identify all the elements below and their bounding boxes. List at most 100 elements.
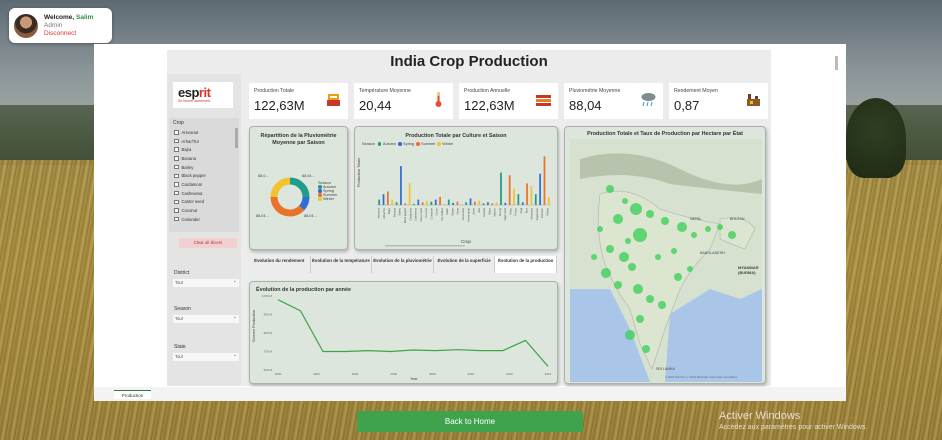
map-state-bubble[interactable] xyxy=(614,281,622,289)
donut-chart-pluviometrie[interactable]: Répartition de la Pluviométrie Moyenne p… xyxy=(249,126,348,250)
tab-evolution-2[interactable]: Évolution de la pluviométrie xyxy=(372,256,434,273)
tab-evolution-0[interactable]: Évolution du rendement xyxy=(249,256,311,273)
map-state-bubble[interactable] xyxy=(625,238,631,244)
bar[interactable] xyxy=(447,199,450,205)
map-state-bubble[interactable] xyxy=(606,245,614,253)
checkbox[interactable] xyxy=(174,173,179,179)
donut-slice-spring[interactable] xyxy=(298,196,310,211)
bar[interactable] xyxy=(434,199,437,205)
bar[interactable] xyxy=(378,199,381,205)
map-state-bubble[interactable] xyxy=(597,226,603,232)
checkbox[interactable] xyxy=(174,216,179,222)
tab-evolution-4[interactable]: Évolution de la production xyxy=(495,256,557,273)
bar[interactable] xyxy=(521,202,524,205)
crop-slicer-item[interactable]: Cashewnut xyxy=(174,189,230,198)
map-state-bubble[interactable] xyxy=(622,198,628,204)
crop-slicer-item[interactable]: Cardamom xyxy=(174,180,230,189)
bar[interactable] xyxy=(456,201,459,205)
bar[interactable] xyxy=(504,202,507,205)
checkbox[interactable] xyxy=(174,138,179,144)
map-state-bubble[interactable] xyxy=(705,226,711,232)
bar[interactable] xyxy=(460,203,463,205)
season-slicer-dropdown[interactable]: Tout xyxy=(173,313,239,323)
district-slicer-dropdown[interactable]: Tout xyxy=(173,277,239,287)
bar[interactable] xyxy=(430,201,433,205)
checkbox[interactable] xyxy=(174,208,179,213)
map-state-bubble[interactable] xyxy=(636,315,644,323)
bar[interactable] xyxy=(534,194,537,205)
checkbox[interactable] xyxy=(174,156,179,161)
map-state-bubble[interactable] xyxy=(655,254,661,260)
bar[interactable] xyxy=(443,203,446,205)
crop-slicer-scrollbar[interactable] xyxy=(235,128,238,148)
map-state-bubble[interactable] xyxy=(591,254,597,260)
tab-evolution-3[interactable]: Évolution de la superficie xyxy=(433,256,496,273)
map-state-bubble[interactable] xyxy=(633,284,643,294)
checkbox[interactable] xyxy=(174,190,179,196)
checkbox[interactable] xyxy=(174,182,179,187)
map-state-bubble[interactable] xyxy=(717,224,723,230)
checkbox[interactable] xyxy=(174,164,179,170)
crop-slicer-item[interactable]: Arhar/Tur xyxy=(174,137,230,146)
crop-slicer-item[interactable]: Barley xyxy=(174,163,230,172)
bar[interactable] xyxy=(517,194,520,205)
bar[interactable] xyxy=(382,194,385,205)
crop-slicer-item[interactable]: Arecanut xyxy=(174,128,230,137)
map-state-bubble[interactable] xyxy=(646,295,654,303)
bar[interactable] xyxy=(439,196,441,205)
crop-slicer-item[interactable]: Black pepper xyxy=(174,171,230,180)
bar[interactable] xyxy=(421,202,424,205)
bar[interactable] xyxy=(482,203,485,205)
bar[interactable] xyxy=(417,199,420,205)
bar[interactable] xyxy=(391,199,394,205)
bar[interactable] xyxy=(469,198,472,205)
crop-slicer-item[interactable]: Castor seed xyxy=(174,198,230,207)
checkbox[interactable] xyxy=(174,130,179,135)
bar[interactable] xyxy=(465,202,468,205)
map-state-bubble[interactable] xyxy=(633,228,647,242)
clear-all-slicers-button[interactable]: Clear all slicers xyxy=(179,238,237,248)
back-to-home-button[interactable]: Back to Home xyxy=(357,411,583,432)
map-state-bubble[interactable] xyxy=(601,268,611,278)
map-state-bubble[interactable] xyxy=(642,345,650,353)
bar[interactable] xyxy=(500,172,502,205)
crop-slicer-item[interactable]: Bajra xyxy=(174,145,230,154)
map-state-bubble[interactable] xyxy=(628,263,636,271)
bar[interactable] xyxy=(487,202,489,205)
legend-item[interactable]: Winter xyxy=(318,197,337,201)
bar[interactable] xyxy=(513,188,515,205)
map-state-bubble[interactable] xyxy=(661,217,669,225)
donut-slice-summer[interactable] xyxy=(270,196,305,217)
map-production-par-etat[interactable]: Production Totale et Taux de Production … xyxy=(564,126,766,384)
map-state-bubble[interactable] xyxy=(671,248,677,254)
bar[interactable] xyxy=(395,202,398,205)
bar[interactable] xyxy=(452,202,454,205)
line-chart-production-annee[interactable]: Évolution de la production par année 100… xyxy=(249,281,558,384)
bar[interactable] xyxy=(543,156,546,205)
map-state-bubble[interactable] xyxy=(677,222,687,232)
donut-slice-winter[interactable] xyxy=(270,177,291,198)
map-state-bubble[interactable] xyxy=(674,273,682,281)
map-state-bubble[interactable] xyxy=(613,214,623,224)
crop-slicer-item[interactable]: Banana xyxy=(174,154,230,163)
india-map[interactable]: NEPAL BHUTAN BANGLADESH MYANMAR (BURMA) … xyxy=(570,139,762,382)
bar[interactable] xyxy=(408,183,411,205)
bar-chart-scrollbar[interactable] xyxy=(385,245,465,247)
bar[interactable] xyxy=(478,200,481,205)
bar[interactable] xyxy=(539,173,541,205)
tab-evolution-1[interactable]: Évolution de la température xyxy=(310,256,373,273)
bar[interactable] xyxy=(495,202,498,205)
crop-slicer-item[interactable]: Coconut xyxy=(174,206,230,215)
checkbox[interactable] xyxy=(174,147,179,152)
bar[interactable] xyxy=(474,201,476,205)
map-state-bubble[interactable] xyxy=(691,232,697,238)
map-state-bubble[interactable] xyxy=(625,330,635,340)
disconnect-link[interactable]: Disconnect xyxy=(44,30,93,38)
checkbox[interactable] xyxy=(174,199,179,205)
map-state-bubble[interactable] xyxy=(630,203,642,215)
bar[interactable] xyxy=(547,196,550,205)
map-state-bubble[interactable] xyxy=(728,231,736,239)
bar[interactable] xyxy=(508,175,511,205)
map-state-bubble[interactable] xyxy=(658,301,666,309)
map-state-bubble[interactable] xyxy=(619,252,629,262)
